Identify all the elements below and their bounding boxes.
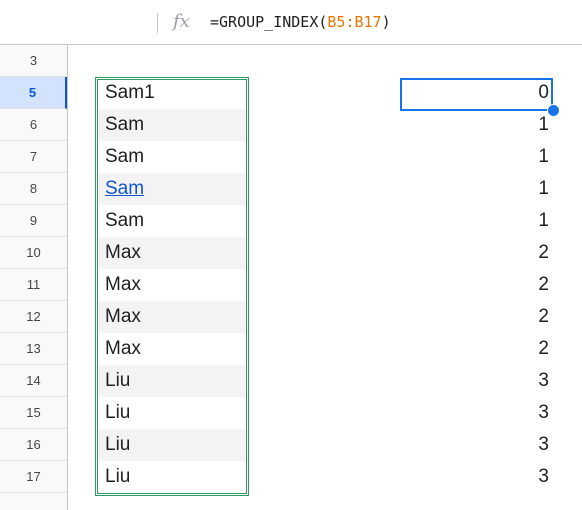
- group-index-cell[interactable]: 3: [398, 429, 553, 461]
- formula-bar: fx =GROUP_INDEX(B5:B17): [0, 0, 582, 45]
- row-header[interactable]: 6: [0, 109, 67, 141]
- table-row: Max 2: [68, 333, 582, 365]
- row-header[interactable]: 16: [0, 429, 67, 461]
- fill-handle[interactable]: [547, 104, 560, 117]
- name-cell[interactable]: Liu: [98, 461, 248, 493]
- name-cell[interactable]: Liu: [98, 429, 248, 461]
- formula-prefix: =GROUP_INDEX(: [210, 13, 328, 31]
- table-row: Sam 1: [68, 141, 582, 173]
- group-index-cell[interactable]: 3: [398, 365, 553, 397]
- name-cell[interactable]: Sam: [98, 173, 248, 205]
- row-header[interactable]: 14: [0, 365, 67, 397]
- group-index-cell[interactable]: 1: [398, 109, 553, 141]
- row-header[interactable]: 7: [0, 141, 67, 173]
- group-index-cell[interactable]: 0: [398, 77, 553, 109]
- table-row: Sam 1: [68, 205, 582, 237]
- table-row: Max 2: [68, 269, 582, 301]
- row-header-column: 3 5 6 7 8 9 10 11 12 13 14 15 16 17: [0, 45, 68, 510]
- name-cell[interactable]: Max: [98, 301, 248, 333]
- name-cell[interactable]: Sam: [98, 205, 248, 237]
- table-row: Sam 1: [68, 109, 582, 141]
- row-header[interactable]: 10: [0, 237, 67, 269]
- group-index-cell[interactable]: 1: [398, 141, 553, 173]
- table-row: Liu 3: [68, 461, 582, 493]
- name-cell[interactable]: Liu: [98, 365, 248, 397]
- spreadsheet-grid: Sam1 0 Sam 1 Sam 1 Sam 1 Sam 1 Max 2 Max 2 Max 2 Max 2 Liu…: [68, 45, 582, 510]
- name-cell[interactable]: Max: [98, 237, 248, 269]
- table-row: Sam1 0: [68, 77, 582, 109]
- group-index-cell[interactable]: 1: [398, 205, 553, 237]
- fx-icon: fx: [173, 11, 190, 32]
- row-header[interactable]: 9: [0, 205, 67, 237]
- row-header[interactable]: 3: [0, 45, 67, 77]
- group-index-cell[interactable]: 1: [398, 173, 553, 205]
- group-index-cell[interactable]: [398, 45, 553, 77]
- formula-input[interactable]: =GROUP_INDEX(B5:B17): [210, 13, 391, 31]
- row-header[interactable]: 17: [0, 461, 67, 493]
- table-row: Max 2: [68, 237, 582, 269]
- name-cell[interactable]: Max: [98, 333, 248, 365]
- group-index-cell[interactable]: 3: [398, 461, 553, 493]
- group-index-cell[interactable]: 3: [398, 397, 553, 429]
- group-index-cell[interactable]: 2: [398, 333, 553, 365]
- row-header[interactable]: 11: [0, 269, 67, 301]
- row-header[interactable]: 13: [0, 333, 67, 365]
- group-index-cell[interactable]: 2: [398, 237, 553, 269]
- name-cell[interactable]: [98, 45, 248, 77]
- formula-suffix: ): [381, 13, 391, 31]
- group-index-cell[interactable]: 2: [398, 269, 553, 301]
- group-index-cell[interactable]: 2: [398, 301, 553, 333]
- table-row: [68, 45, 582, 77]
- name-cell[interactable]: Max: [98, 269, 248, 301]
- name-cell[interactable]: Sam: [98, 141, 248, 173]
- row-header[interactable]: 5: [0, 77, 67, 109]
- name-cell[interactable]: Sam: [98, 109, 248, 141]
- row-header[interactable]: 8: [0, 173, 67, 205]
- name-cell[interactable]: Liu: [98, 397, 248, 429]
- name-cell[interactable]: Sam1: [98, 77, 248, 109]
- formula-range-ref: B5:B17: [327, 13, 382, 31]
- row-header[interactable]: 12: [0, 301, 67, 333]
- formula-bar-divider: [157, 13, 158, 33]
- table-row: Liu 3: [68, 397, 582, 429]
- table-row: Liu 3: [68, 429, 582, 461]
- table-row: Max 2: [68, 301, 582, 333]
- row-header[interactable]: 15: [0, 397, 67, 429]
- table-row: Liu 3: [68, 365, 582, 397]
- table-row: Sam 1: [68, 173, 582, 205]
